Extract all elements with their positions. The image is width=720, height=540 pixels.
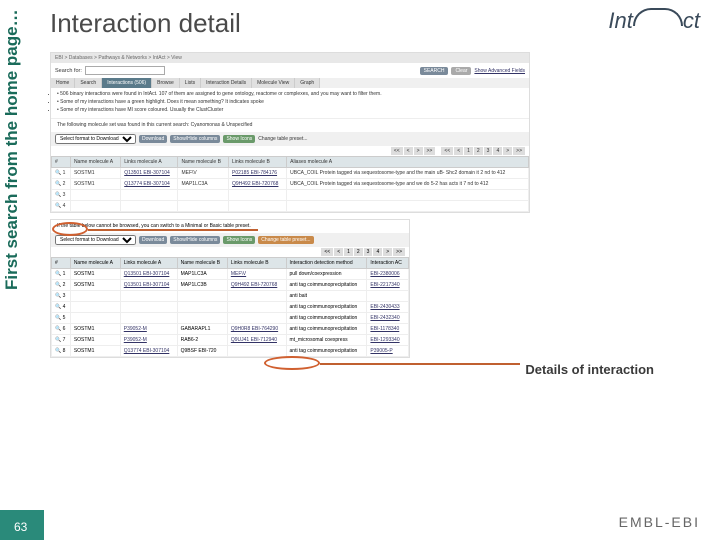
results-table-1: #Name molecule ALinks molecule AName mol… [51,156,529,212]
show-columns-button[interactable]: Show/Hide columns [170,135,220,143]
table-row[interactable]: 🔍 1SOSTM1Q13501 EBI-307104MAP1LC3AMEF\Vp… [52,269,409,280]
tab-row: HomeSearchInteractions (506)BrowseListsI… [51,78,529,88]
table-row[interactable]: 🔍 3 [52,190,529,201]
tab-interaction-details[interactable]: Interaction Details [201,78,252,88]
slide-title: Interaction detail [50,8,241,39]
tab-browse[interactable]: Browse [152,78,180,88]
download-button[interactable]: Download [139,135,167,143]
table-row[interactable]: 🔍 3anti bait [52,291,409,302]
download-button-2[interactable]: Download [139,236,167,244]
pager-small[interactable]: <<<>>> [391,147,436,155]
tab-graph[interactable]: Graph [295,78,320,88]
change-preset-button[interactable]: Change table preset... [258,236,313,244]
result-notes: • 506 binary interactions were found in … [51,88,529,118]
tab-interactions-[interactable]: Interactions (506) [102,78,152,88]
table-row[interactable]: 🔍 6SOSTM1P39052-MGABARAPL1Q9H0R8 EBI-764… [52,324,409,335]
pager[interactable]: <<<1234>>> [441,147,525,155]
change-preset-label: Change table preset... [258,136,307,142]
ebi-logo: EMBL-EBI [619,514,700,530]
show-columns-button-2[interactable]: Show/Hide columns [170,236,220,244]
page-number: 63 [14,520,27,534]
tab-search[interactable]: Search [75,78,102,88]
table-row[interactable]: 🔍 7SOSTM1P39052-MRAB6-2Q9UJ41 EBI-712940… [52,335,409,346]
results-table-2: #Name molecule ALinks molecule AName mol… [51,257,409,357]
breadcrumb: EBI > Databases > Pathways & Networks > … [51,53,529,63]
intact-logo: Intct [608,8,700,34]
tab-molecule-view[interactable]: Molecule View [252,78,295,88]
format-select-2[interactable]: Select format to Download [55,235,136,245]
highlight-ellipse-2 [264,356,320,370]
panel2-note: If the table below cannot be browsed, yo… [51,220,409,233]
arrow-1 [88,229,258,231]
interactions-panel: EBI > Databases > Pathways & Networks > … [50,52,530,213]
search-input[interactable] [85,66,165,75]
search-label: Search for: [55,68,82,74]
table-row[interactable]: 🔍 1SOSTM1Q13501 EBI-307104MEF\VP02185 EB… [52,168,529,179]
search-button[interactable]: SEARCH [420,67,449,75]
pager-2[interactable]: <<<1234>>> [321,248,405,256]
table-row[interactable]: 🔍 8SOSTM1Q13774 EBI-307104Q9BSF EBI-720a… [52,346,409,357]
detail-panel: If the table below cannot be browsed, yo… [50,219,410,358]
table-row[interactable]: 🔍 4anti tag coimmunoprecipitationEBI-243… [52,302,409,313]
show-icons-button-2[interactable]: Show Icons [223,236,255,244]
tab-lists[interactable]: Lists [180,78,201,88]
annotation-label: Details of interaction [525,362,654,378]
highlight-ellipse-1 [52,222,88,236]
table-row[interactable]: 🔍 2SOSTM1Q13501 EBI-307104MAP1LC3BQ9H492… [52,280,409,291]
sidebar-caption: First search from the home page… [2,9,22,290]
format-select[interactable]: Select format to Download [55,134,136,144]
table-row[interactable]: 🔍 2SOSTM1Q13774 EBI-307104MAP1LC3AQ9H492… [52,179,529,190]
table-row[interactable]: 🔍 4 [52,201,529,212]
note-footer: The following molecule set was found in … [51,118,529,132]
show-icons-button[interactable]: Show Icons [223,135,255,143]
clear-button[interactable]: Clear [451,67,471,75]
arrow-2 [320,363,520,365]
table-row[interactable]: 🔍 5anti tag coimmunoprecipitationEBI-243… [52,313,409,324]
tab-home[interactable]: Home [51,78,75,88]
show-advanced-link[interactable]: Show Advanced Fields [474,68,525,74]
